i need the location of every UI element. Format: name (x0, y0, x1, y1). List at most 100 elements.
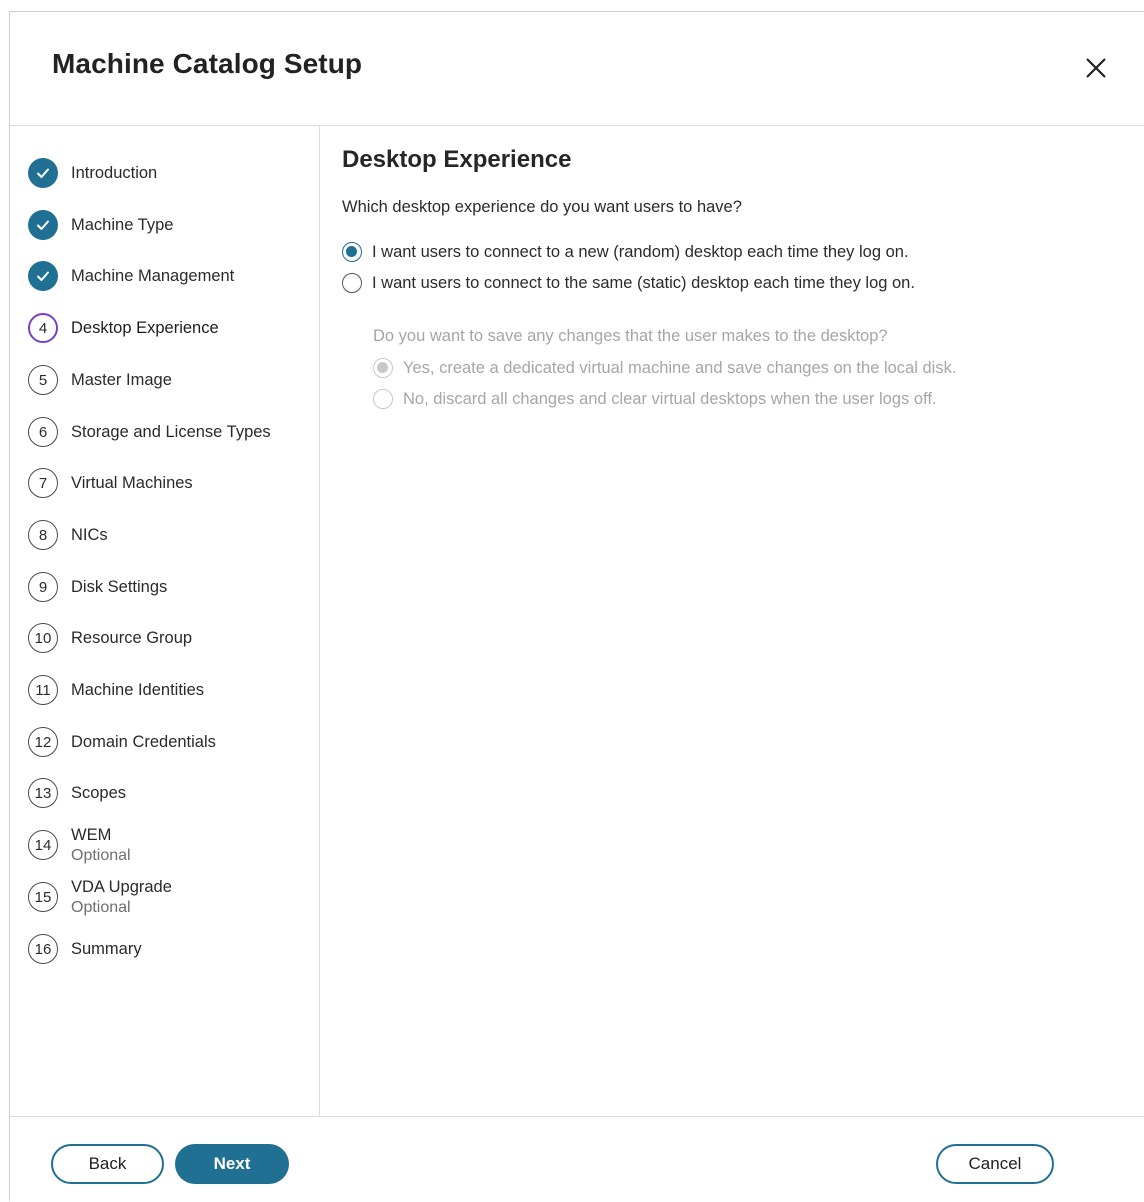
step-text: Machine Type (71, 216, 173, 235)
step-number-badge: 10 (28, 623, 58, 653)
radio-option-discard-changes: No, discard all changes and clear virtua… (373, 389, 937, 409)
radio-button-disabled (373, 389, 393, 409)
step-number-badge: 7 (28, 468, 58, 498)
wizard-step-storage-and-license-types[interactable]: 6 Storage and License Types (28, 415, 308, 449)
step-text: VDA Upgrade Optional (71, 878, 172, 917)
step-label: Machine Management (71, 266, 235, 285)
radio-button-selected[interactable] (342, 242, 362, 262)
step-text: Virtual Machines (71, 474, 193, 493)
step-label: Scopes (71, 783, 127, 802)
save-changes-question: Do you want to save any changes that the… (373, 327, 888, 345)
step-number: 8 (38, 526, 48, 544)
step-label: Master Image (71, 370, 172, 389)
step-number: 9 (38, 578, 48, 596)
step-number: 10 (34, 629, 52, 647)
close-icon[interactable] (1082, 54, 1110, 82)
step-number: 16 (34, 940, 52, 958)
step-label: Resource Group (71, 628, 193, 647)
step-text: Scopes (71, 784, 126, 803)
check-icon (28, 210, 58, 240)
dialog-footer: Back Next Cancel (10, 1116, 1144, 1202)
wizard-step-desktop-experience[interactable]: 4 Desktop Experience (28, 311, 308, 345)
step-number-badge: 13 (28, 778, 58, 808)
radio-button[interactable] (342, 273, 362, 293)
step-text: Machine Identities (71, 681, 204, 700)
step-text: Summary (71, 940, 142, 959)
step-label: Machine Type (71, 215, 174, 234)
wizard-step-virtual-machines[interactable]: 7 Virtual Machines (28, 466, 308, 500)
dialog-header: Machine Catalog Setup (10, 12, 1144, 126)
wizard-step-nics[interactable]: 8 NICs (28, 518, 308, 552)
wizard-step-wem[interactable]: 14 WEM Optional (28, 826, 308, 865)
step-number-badge: 4 (28, 313, 58, 343)
step-number: 12 (34, 733, 52, 751)
step-number: 5 (38, 371, 48, 389)
wizard-step-machine-identities[interactable]: 11 Machine Identities (28, 673, 308, 707)
wizard-steps-sidebar: Introduction Machine Type Machine Manageme… (10, 126, 320, 1116)
dialog-title: Machine Catalog Setup (52, 48, 363, 79)
step-number: 15 (34, 888, 52, 906)
wizard-step-domain-credentials[interactable]: 12 Domain Credentials (28, 725, 308, 759)
step-number: 11 (35, 681, 51, 699)
step-text: Storage and License Types (71, 423, 271, 442)
step-number: 13 (34, 784, 52, 802)
back-button[interactable]: Back (51, 1144, 164, 1184)
radio-option-static-desktop[interactable]: I want users to connect to the same (sta… (342, 273, 915, 293)
step-label: Desktop Experience (71, 318, 219, 337)
step-label: NICs (71, 525, 108, 544)
step-text: WEM Optional (71, 826, 131, 865)
step-number-badge: 16 (28, 934, 58, 964)
step-number: 6 (38, 423, 48, 441)
radio-label-static-desktop: I want users to connect to the same (sta… (372, 273, 915, 292)
step-label: Virtual Machines (71, 473, 193, 492)
wizard-step-machine-management[interactable]: Machine Management (28, 259, 308, 293)
wizard-step-master-image[interactable]: 5 Master Image (28, 363, 308, 397)
step-text: Resource Group (71, 629, 192, 648)
step-text: Introduction (71, 164, 157, 183)
section-title: Desktop Experience (342, 146, 572, 173)
cancel-button[interactable]: Cancel (936, 1144, 1054, 1184)
step-label: Storage and License Types (71, 422, 271, 441)
step-text: Desktop Experience (71, 319, 219, 338)
step-number-badge: 15 (28, 882, 58, 912)
step-label: Summary (71, 939, 142, 958)
wizard-step-resource-group[interactable]: 10 Resource Group (28, 621, 308, 655)
radio-label-save-changes: Yes, create a dedicated virtual machine … (403, 358, 957, 377)
radio-button-disabled-selected (373, 358, 393, 378)
step-number-badge: 11 (28, 675, 58, 705)
step-number-badge: 6 (28, 417, 58, 447)
step-text: Domain Credentials (71, 733, 216, 752)
step-number-badge: 5 (28, 365, 58, 395)
step-label: WEM (71, 825, 112, 844)
radio-label-discard-changes: No, discard all changes and clear virtua… (403, 389, 937, 408)
radio-label-random-desktop: I want users to connect to a new (random… (372, 242, 909, 261)
check-icon (28, 158, 58, 188)
step-optional-label: Optional (71, 846, 131, 864)
step-number: 7 (38, 474, 48, 492)
wizard-step-vda-upgrade[interactable]: 15 VDA Upgrade Optional (28, 878, 308, 917)
step-label: Introduction (71, 163, 158, 182)
step-number: 14 (34, 836, 52, 854)
step-text: Machine Management (71, 267, 234, 286)
step-label: Domain Credentials (71, 732, 216, 751)
wizard-step-machine-type[interactable]: Machine Type (28, 208, 308, 242)
step-label: Disk Settings (71, 577, 168, 596)
step-number-badge: 9 (28, 572, 58, 602)
machine-catalog-setup-dialog: Machine Catalog Setup Introduction Machin… (9, 11, 1144, 1201)
step-text: NICs (71, 526, 108, 545)
step-label: VDA Upgrade (71, 877, 172, 896)
next-button[interactable]: Next (175, 1144, 289, 1184)
check-icon (28, 261, 58, 291)
wizard-step-disk-settings[interactable]: 9 Disk Settings (28, 570, 308, 604)
step-number-badge: 14 (28, 830, 58, 860)
step-number-badge: 8 (28, 520, 58, 550)
step-text: Disk Settings (71, 578, 167, 597)
radio-option-random-desktop[interactable]: I want users to connect to a new (random… (342, 242, 909, 262)
wizard-step-introduction[interactable]: Introduction (28, 156, 308, 190)
radio-option-save-changes: Yes, create a dedicated virtual machine … (373, 358, 956, 378)
wizard-step-scopes[interactable]: 13 Scopes (28, 776, 308, 810)
step-number: 4 (38, 319, 48, 337)
step-number-badge: 12 (28, 727, 58, 757)
wizard-step-summary[interactable]: 16 Summary (28, 932, 308, 966)
step-content: Desktop Experience Which desktop experie… (342, 146, 1102, 409)
